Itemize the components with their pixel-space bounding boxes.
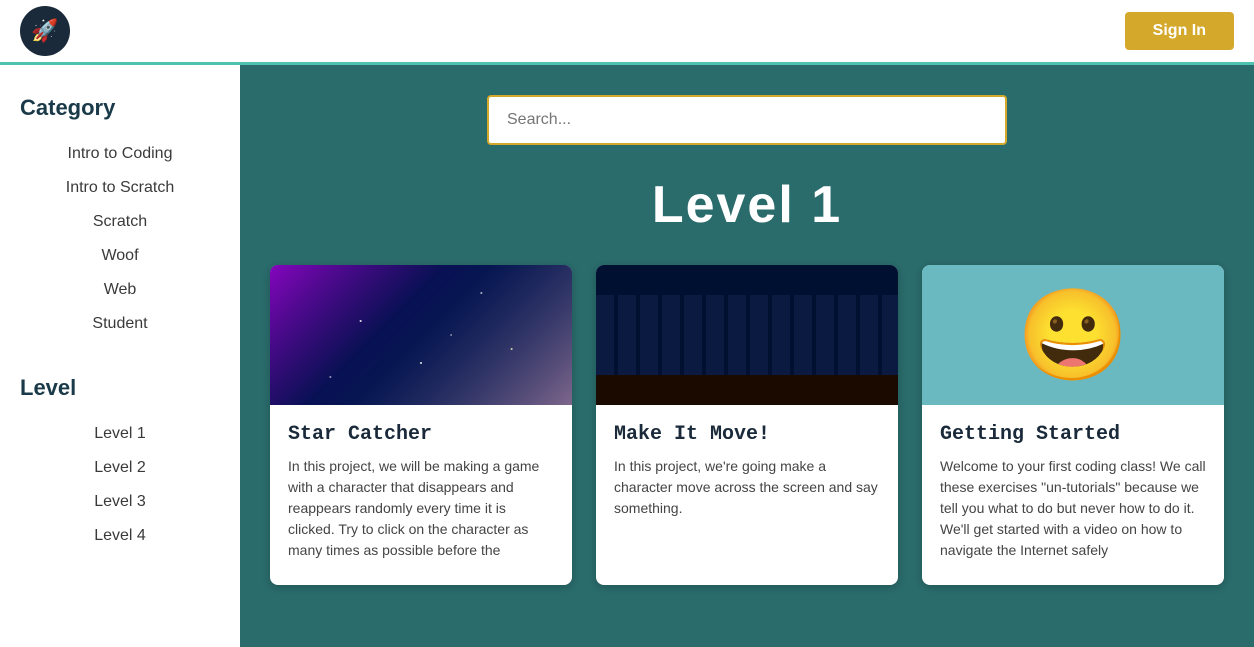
card-description-make-it-move: In this project, we're going make a char… (614, 456, 880, 519)
card-image-smiley: 😀 (922, 265, 1224, 405)
sidebar-item-scratch[interactable]: Scratch (20, 205, 220, 239)
sidebar-item-level-1[interactable]: Level 1 (20, 417, 220, 451)
sidebar-item-intro-to-scratch[interactable]: Intro to Scratch (20, 171, 220, 205)
sidebar-item-intro-to-coding[interactable]: Intro to Coding (20, 137, 220, 171)
card-getting-started[interactable]: 😀 Getting Started Welcome to your first … (922, 265, 1224, 585)
sidebar-item-level-2[interactable]: Level 2 (20, 451, 220, 485)
logo[interactable]: 🚀 (20, 6, 70, 56)
level-section: Level Level 1 Level 2 Level 3 Level 4 (20, 375, 220, 553)
category-title: Category (20, 95, 220, 121)
sidebar-item-student[interactable]: Student (20, 307, 220, 341)
sidebar-item-level-4[interactable]: Level 4 (20, 519, 220, 553)
card-body-star-catcher: Star Catcher In this project, we will be… (270, 405, 572, 585)
sidebar-item-woof[interactable]: Woof (20, 239, 220, 273)
level-title: Level (20, 375, 220, 401)
card-star-catcher[interactable]: Star Catcher In this project, we will be… (270, 265, 572, 585)
sidebar: Category Intro to Coding Intro to Scratc… (0, 65, 240, 647)
cards-grid: Star Catcher In this project, we will be… (270, 265, 1224, 585)
sidebar-item-level-3[interactable]: Level 3 (20, 485, 220, 519)
search-container (270, 95, 1224, 145)
card-body-make-it-move: Make It Move! In this project, we're goi… (596, 405, 898, 543)
card-description-star-catcher: In this project, we will be making a gam… (288, 456, 554, 561)
card-title-getting-started: Getting Started (940, 423, 1206, 446)
card-image-galaxy (270, 265, 572, 405)
header: 🚀 Sign In (0, 0, 1254, 65)
sign-in-button[interactable]: Sign In (1125, 12, 1234, 50)
card-body-getting-started: Getting Started Welcome to your first co… (922, 405, 1224, 585)
card-image-city (596, 265, 898, 405)
category-section: Category Intro to Coding Intro to Scratc… (20, 95, 220, 341)
search-input[interactable] (487, 95, 1007, 145)
card-description-getting-started: Welcome to your first coding class! We c… (940, 456, 1206, 561)
card-title-star-catcher: Star Catcher (288, 423, 554, 446)
main-content: Level 1 Star Catcher In this project, we… (240, 65, 1254, 647)
card-title-make-it-move: Make It Move! (614, 423, 880, 446)
layout: Category Intro to Coding Intro to Scratc… (0, 65, 1254, 647)
smiley-icon: 😀 (1017, 283, 1129, 388)
sidebar-item-web[interactable]: Web (20, 273, 220, 307)
level-heading: Level 1 (270, 175, 1224, 235)
sidebar-divider (20, 351, 220, 375)
card-make-it-move[interactable]: Make It Move! In this project, we're goi… (596, 265, 898, 585)
rocket-icon: 🚀 (31, 18, 58, 44)
